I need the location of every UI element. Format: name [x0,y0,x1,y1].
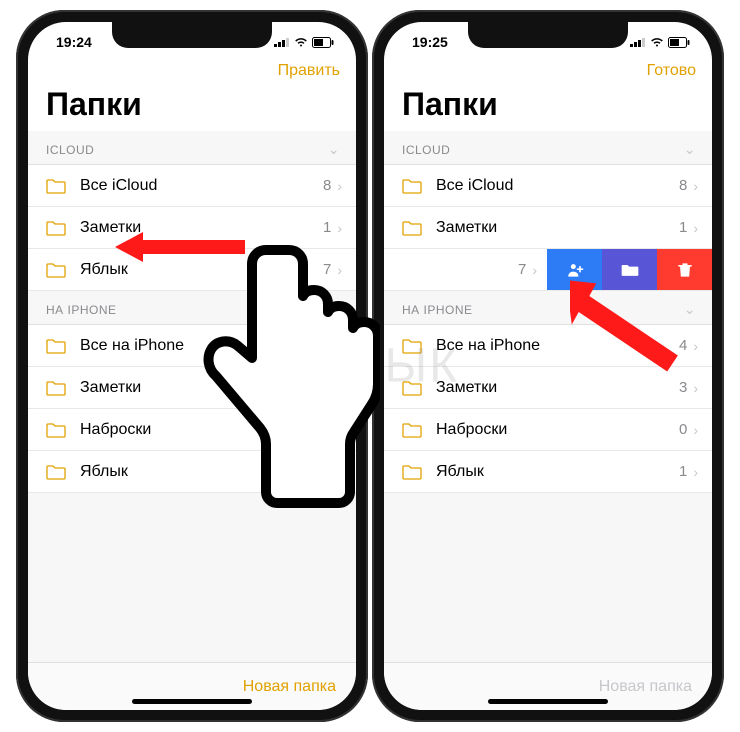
folder-icon [46,178,66,194]
folder-icon [46,464,66,480]
navbar: Править [28,60,356,84]
folder-icon [46,338,66,354]
pointing-hand-icon [190,240,380,520]
folder-icon [402,422,422,438]
chevron-right-icon: › [532,262,537,278]
section-label: ICLOUD [46,143,94,157]
page-title: Папки [384,84,712,131]
pointer-arrow [570,275,680,375]
swiped-content: 7 › [384,249,547,290]
navbar: Готово [384,60,712,84]
folder-row[interactable]: Наброски 0 › [384,409,712,451]
folder-icon [402,464,422,480]
folder-count: 8 [679,177,687,194]
chevron-right-icon: › [693,220,698,236]
folder-icon [402,380,422,396]
done-button[interactable]: Готово [647,62,696,80]
home-indicator[interactable] [488,699,608,704]
chevron-right-icon: › [337,220,342,236]
folder-count: 1 [679,219,687,236]
chevron-right-icon: › [693,380,698,396]
folder-icon [402,220,422,236]
folder-label: Яблык [436,463,679,481]
folder-count: 4 [679,337,687,354]
folder-row[interactable]: Все iCloud 8 › [384,165,712,207]
folder-icon [46,380,66,396]
folder-icon [402,178,422,194]
new-folder-button[interactable]: Новая папка [243,678,336,696]
chevron-right-icon: › [693,178,698,194]
folder-label: Все iCloud [80,177,323,195]
wifi-icon [650,37,664,47]
spacer [384,493,712,662]
folder-icon [46,262,66,278]
wifi-icon [294,37,308,47]
folder-count: 1 [323,219,331,236]
folder-label: Заметки [436,379,679,397]
chevron-right-icon: › [337,178,342,194]
status-icons [630,37,690,48]
folder-row[interactable]: Все iCloud 8 › [28,165,356,207]
folder-row[interactable]: Яблык 1 › [384,451,712,493]
chevron-right-icon: › [693,338,698,354]
new-folder-button-disabled: Новая папка [599,678,692,696]
section-label: ICLOUD [402,143,450,157]
section-label: НА IPHONE [46,303,117,317]
signal-icon [630,37,646,47]
home-indicator[interactable] [132,699,252,704]
folder-label: Заметки [436,219,679,237]
page-title: Папки [28,84,356,131]
status-time: 19:24 [56,34,92,50]
chevron-down-icon: ⌄ [328,141,340,158]
chevron-down-icon: ⌄ [684,141,696,158]
section-icloud[interactable]: ICLOUD ⌄ [28,131,356,165]
chevron-down-icon: ⌄ [684,301,696,318]
folder-count: 8 [323,177,331,194]
signal-icon [274,37,290,47]
folder-icon [46,422,66,438]
battery-icon [668,37,690,48]
folder-label: Все iCloud [436,177,679,195]
notch [468,22,628,48]
folder-row[interactable]: Заметки 1 › [384,207,712,249]
folder-count: 0 [679,421,687,438]
status-time: 19:25 [412,34,448,50]
battery-icon [312,37,334,48]
chevron-right-icon: › [693,422,698,438]
folder-icon [402,338,422,354]
status-icons [274,37,334,48]
folder-icon [46,220,66,236]
folder-count: 3 [679,379,687,396]
chevron-right-icon: › [693,464,698,480]
folder-count: 1 [679,463,687,480]
section-label: НА IPHONE [402,303,473,317]
section-icloud[interactable]: ICLOUD ⌄ [384,131,712,165]
folder-label: Наброски [436,421,679,439]
notch [112,22,272,48]
folder-count: 7 [518,261,526,278]
edit-button[interactable]: Править [278,62,340,80]
